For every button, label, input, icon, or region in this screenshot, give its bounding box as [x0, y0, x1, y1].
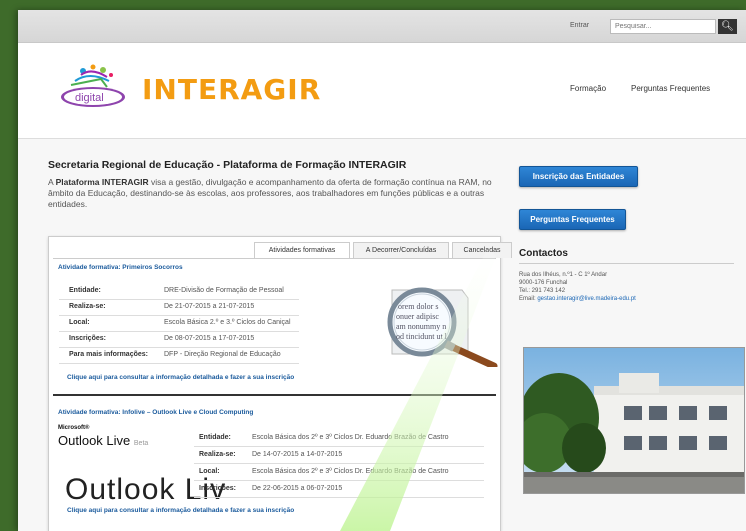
tab-atividades[interactable]: Atividades formativas: [254, 242, 350, 258]
table-row: Inscrições: De 22-06-2015 a 06-07-2015: [194, 482, 484, 498]
contacts-heading: Contactos: [519, 248, 568, 259]
mag-text-line: orem dolor s: [398, 302, 438, 311]
contact-email-label: Email:: [519, 296, 538, 302]
table-row: Realiza-se: De 14-07-2015 a 14-07-2015: [194, 448, 484, 464]
inscricao-entidades-button[interactable]: Inscrição das Entidades: [519, 166, 638, 187]
row-key: Entidade:: [199, 434, 231, 441]
contact-address2: 9000-176 Funchal: [519, 280, 568, 286]
search-icon: 🔍︎: [721, 21, 734, 32]
activities-card: Atividades formativas A Decorrer/Concluí…: [48, 236, 512, 531]
page-title: Secretaria Regional de Educação - Plataf…: [48, 159, 407, 171]
mag-text-line: od tincidunt ut l: [396, 332, 448, 341]
row-value: De 14-07-2015 a 14-07-2015: [252, 451, 343, 458]
intro-platform-name: Plataforma INTERAGIR: [55, 177, 149, 187]
browser-frame: Entrar 🔍︎ digital INTERAGIR Formação Per…: [18, 10, 746, 531]
outlook-logo-sup: Microsoft®: [58, 425, 90, 431]
site-header: digital INTERAGIR Formação Perguntas Fre…: [18, 43, 746, 139]
magnifier-icon: orem dolor s onuer adipisc am nonummy n …: [387, 287, 498, 367]
table-row: Para mais informações: DFP - Direção Reg…: [59, 348, 299, 364]
outlook-logo-small: Microsoft® Outlook Live Beta: [58, 425, 149, 448]
row-key: Realiza-se:: [69, 303, 106, 310]
activity1-details-link[interactable]: Clique aqui para consultar a informação …: [67, 374, 294, 381]
logo-small-text: digital: [75, 92, 104, 104]
row-key: Inscrições:: [69, 335, 106, 342]
main-content: Secretaria Regional de Educação - Plataf…: [18, 139, 746, 531]
table-row: Entidade: DRE-Divisão de Formação de Pes…: [59, 284, 299, 300]
table-row: Inscrições: De 08-07-2015 a 17-07-2015: [59, 332, 299, 348]
search-button[interactable]: 🔍︎: [718, 19, 737, 34]
table-row: Local: Escola Básica 2.º e 3.º Ciclos do…: [59, 316, 299, 332]
outlook-logo-name: Outlook Live: [58, 433, 131, 448]
row-value: DFP - Direção Regional de Educação: [164, 351, 281, 358]
faq-button[interactable]: Perguntas Frequentes: [519, 209, 626, 230]
row-value: DRE-Divisão de Formação de Pessoal: [164, 287, 284, 294]
row-key: Local:: [199, 468, 220, 475]
search-input[interactable]: [610, 19, 716, 34]
activity1-title[interactable]: Atividade formativa: Primeiros Socorros: [58, 264, 183, 271]
row-value: De 21-07-2015 a 21-07-2015: [164, 303, 255, 310]
section-divider: [53, 394, 496, 396]
logo-title[interactable]: INTERAGIR: [142, 73, 321, 106]
mag-text-line: onuer adipisc: [396, 312, 439, 321]
row-key: Entidade:: [69, 287, 101, 294]
activity2-title[interactable]: Atividade formativa: Infolive – Outlook …: [58, 409, 253, 416]
nav-faq[interactable]: Perguntas Frequentes: [631, 84, 710, 93]
table-row: Realiza-se: De 21-07-2015 a 21-07-2015: [59, 300, 299, 316]
row-key: Local:: [69, 319, 90, 326]
top-bar: Entrar 🔍︎: [18, 10, 746, 43]
contact-email-link[interactable]: gestao.interagir@live.madeira-edu.pt: [537, 296, 635, 302]
outlook-logo-beta: Beta: [133, 440, 149, 447]
row-value: Escola Básica 2.º e 3.º Ciclos do Caniça…: [164, 319, 291, 326]
row-value: Escola Básica dos 2º e 3º Ciclos Dr. Edu…: [252, 434, 449, 441]
tab-a-decorrer[interactable]: A Decorrer/Concluídas: [353, 242, 449, 258]
contact-email-row: Email: gestao.interagir@live.madeira-edu…: [519, 296, 636, 302]
logo-icon[interactable]: digital: [53, 61, 138, 116]
mag-text-line: am nonummy n: [396, 322, 446, 331]
login-link[interactable]: Entrar: [570, 22, 589, 29]
row-key: Para mais informações:: [69, 351, 148, 358]
activity2-details-link[interactable]: Clique aqui para consultar a informação …: [67, 507, 294, 514]
row-key: Realiza-se:: [199, 451, 236, 458]
contact-phone: Tel.: 291 743 142: [519, 288, 566, 294]
nav-formacao[interactable]: Formação: [570, 84, 606, 93]
contacts-divider: [519, 263, 734, 264]
row-value: De 22-06-2015 a 06-07-2015: [252, 485, 343, 492]
intro-text: A Plataforma INTERAGIR visa a gestão, di…: [48, 177, 508, 210]
row-value: De 08-07-2015 a 17-07-2015: [164, 335, 255, 342]
table-row: Entidade: Escola Básica dos 2º e 3º Cicl…: [194, 431, 484, 447]
contact-address1: Rua dos Ilhéus, n.º1 - C 1º Andar: [519, 272, 608, 278]
school-building-photo: [523, 347, 745, 494]
tab-underline: [53, 258, 496, 259]
table-row: Local: Escola Básica dos 2º e 3º Ciclos …: [194, 465, 484, 481]
row-key: Inscrições:: [199, 485, 236, 492]
intro-part-a: A: [48, 177, 56, 187]
row-value: Escola Básica dos 2º e 3º Ciclos Dr. Edu…: [252, 468, 449, 475]
tab-canceladas[interactable]: Canceladas: [452, 242, 512, 258]
